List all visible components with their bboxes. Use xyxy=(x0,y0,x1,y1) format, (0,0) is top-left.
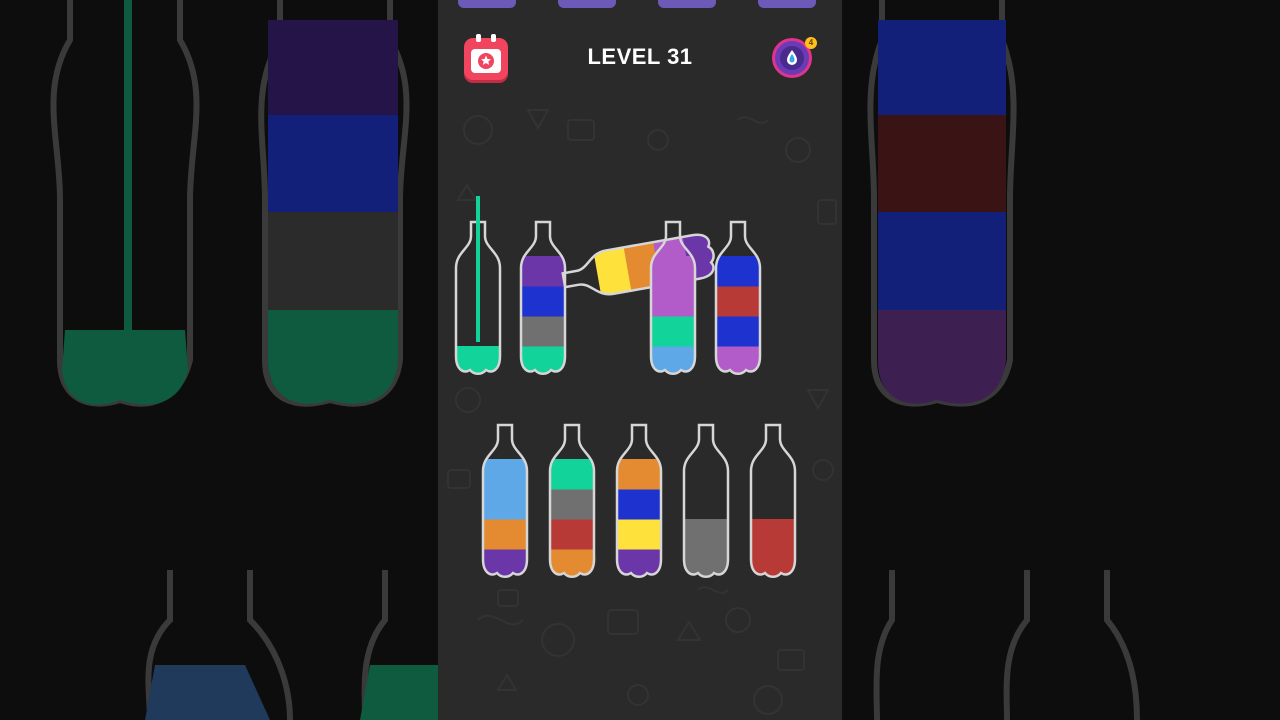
background-blur-right xyxy=(842,0,1280,720)
liquid-layer-gray xyxy=(550,489,594,520)
liquid-layer-lavender xyxy=(651,256,695,287)
liquid-layer-blue xyxy=(521,286,565,317)
bottle-area xyxy=(454,196,797,583)
bottle-3[interactable] xyxy=(560,229,724,304)
liquid-layer-yellow xyxy=(617,519,661,550)
liquid-layer-blue xyxy=(617,489,661,520)
liquid-layer-gray xyxy=(521,316,565,347)
liquid-layer-red xyxy=(716,286,760,317)
liquid-layer-orange xyxy=(483,519,527,550)
liquid-layer-blue xyxy=(716,316,760,347)
bottle-7[interactable] xyxy=(548,423,596,583)
liquid-layer-lavender xyxy=(651,286,695,317)
bottle-8[interactable] xyxy=(615,423,663,583)
background-blur-left xyxy=(0,0,438,720)
liquid-layer-blue xyxy=(716,256,760,287)
liquid-layer-purple xyxy=(521,256,565,287)
liquid-layer-red xyxy=(751,519,795,550)
blurred-bottles-right xyxy=(867,0,1140,720)
liquid-layer-sky xyxy=(483,459,527,490)
liquid-layer-teal xyxy=(550,459,594,490)
liquid-layer-sky xyxy=(483,489,527,520)
bottle-5[interactable] xyxy=(714,220,762,380)
bottle-2[interactable] xyxy=(519,220,567,380)
liquid-layer-orange xyxy=(617,459,661,490)
bottle-9[interactable] xyxy=(682,423,730,583)
game-board: LEVEL 31 4 xyxy=(438,0,842,720)
bottle-10[interactable] xyxy=(749,423,797,583)
game-screen: LEVEL 31 4 xyxy=(0,0,1280,720)
liquid-layer-gray xyxy=(684,519,728,550)
bottle-6[interactable] xyxy=(481,423,529,583)
pour-stream xyxy=(476,196,480,342)
liquid-layer-teal xyxy=(651,316,695,347)
liquid-layer-red xyxy=(550,519,594,550)
blurred-bottles-left xyxy=(50,0,438,720)
